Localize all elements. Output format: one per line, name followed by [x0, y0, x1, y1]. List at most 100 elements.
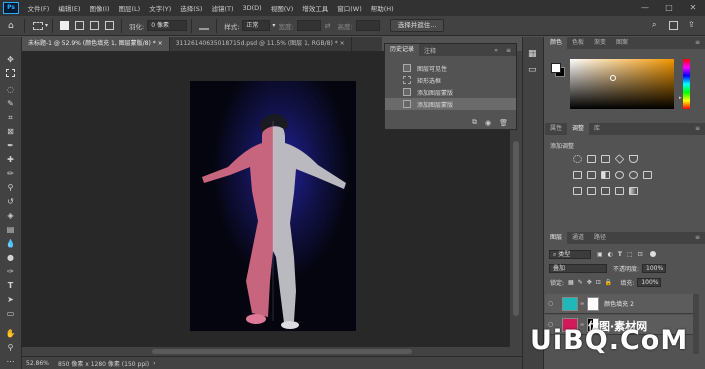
panel-collapse-icon[interactable]: » — [489, 47, 501, 54]
menu-filter[interactable]: 滤镜(T) — [207, 3, 238, 13]
lock-transparent-icon[interactable]: ▦ — [568, 279, 574, 286]
curves-icon[interactable] — [601, 155, 610, 163]
tab-swatches[interactable]: 色板 — [567, 37, 589, 49]
selective-color-icon[interactable] — [615, 187, 624, 195]
history-item[interactable]: 添加图层蒙版 — [385, 86, 516, 98]
panel-menu-icon[interactable]: ≡ — [690, 123, 705, 135]
hue-saturation-icon[interactable] — [573, 171, 582, 179]
shape-filter-icon[interactable]: ⬚ — [627, 251, 633, 258]
tab-untitled-1[interactable]: 未标题-1 @ 52.9% (颜色填充 1, 图层蒙版/8) * × — [22, 37, 170, 51]
menu-edit[interactable]: 编辑(E) — [54, 3, 85, 13]
tab-libraries[interactable]: 库 — [589, 123, 605, 135]
history-item-selected[interactable]: 添加图层蒙版 — [385, 98, 516, 110]
share-icon[interactable]: ⇪ — [688, 20, 695, 29]
hue-slider[interactable] — [683, 59, 690, 109]
close-tab-icon[interactable]: × — [340, 40, 345, 47]
maximize-button[interactable]: □ — [657, 0, 681, 16]
more-tools-icon[interactable]: ⋯ — [4, 355, 17, 368]
search-icon[interactable]: ⌕ — [652, 20, 656, 30]
photo-filter-icon[interactable] — [615, 171, 624, 179]
menu-image[interactable]: 图像(I) — [85, 3, 114, 13]
menu-select[interactable]: 选择(S) — [176, 3, 207, 13]
dodge-tool-icon[interactable]: ● — [4, 251, 17, 264]
layer-row[interactable]: ○ ∞ 颜色填充 2 — [545, 294, 697, 314]
panel-menu-icon[interactable]: ≡ — [501, 47, 516, 54]
vibrance-icon[interactable] — [629, 155, 638, 163]
panel-menu-icon[interactable]: ≡ — [690, 37, 705, 49]
levels-icon[interactable] — [587, 155, 596, 163]
foreground-color-swatch[interactable] — [551, 63, 561, 73]
zoom-tool-icon[interactable]: ⚲ — [4, 341, 17, 354]
menu-plugins[interactable]: 增效工具 — [298, 3, 333, 13]
tab-color[interactable]: 颜色 — [545, 37, 568, 49]
history-panel-icon[interactable]: ▦ — [528, 49, 537, 59]
menu-help[interactable]: 帮助(H) — [366, 3, 398, 13]
quick-selection-tool-icon[interactable]: ✎ — [4, 97, 17, 110]
anti-alias-icon[interactable] — [199, 21, 210, 30]
lasso-tool-icon[interactable]: ◌ — [4, 83, 17, 96]
hand-tool-icon[interactable]: ✋ — [4, 327, 17, 340]
layer-filter-select[interactable]: ⌕ 类型 — [549, 249, 591, 259]
tab-adjustments[interactable]: 调整 — [567, 123, 590, 135]
path-selection-tool-icon[interactable]: ➤ — [4, 293, 17, 306]
chevron-right-icon[interactable]: › — [153, 360, 155, 367]
panel-menu-icon[interactable]: ≡ — [690, 232, 705, 244]
tab-notes[interactable]: 注释 — [419, 46, 441, 55]
subtract-selection-icon[interactable] — [90, 21, 100, 30]
intersect-selection-icon[interactable] — [105, 21, 115, 30]
rectangle-tool-icon[interactable]: ▭ — [4, 307, 17, 320]
tab-psd-file[interactable]: 31126140635018715d.psd @ 11.5% (图层 1, RG… — [170, 37, 352, 51]
color-picker-cursor[interactable] — [610, 75, 616, 81]
exposure-icon[interactable] — [614, 154, 625, 164]
height-input[interactable] — [355, 20, 380, 31]
tab-history[interactable]: 历史记录 — [385, 44, 420, 56]
trash-icon[interactable]: 🗑 — [499, 119, 508, 127]
gradient-tool-icon[interactable]: ▤ — [4, 223, 17, 236]
chevron-down-icon[interactable]: ▾ — [45, 22, 48, 29]
move-tool-icon[interactable]: ✥ — [4, 53, 17, 66]
crop-tool-icon[interactable]: ⌗ — [4, 111, 17, 124]
tab-layers[interactable]: 图层 — [545, 232, 568, 244]
minimize-button[interactable]: — — [633, 0, 657, 16]
add-selection-icon[interactable] — [75, 21, 85, 30]
close-tab-icon[interactable]: × — [158, 40, 163, 47]
menu-view[interactable]: 视图(V) — [266, 3, 298, 13]
smart-object-filter-icon[interactable]: ⊡ — [638, 251, 643, 258]
channel-mixer-icon[interactable] — [629, 171, 638, 179]
scrollbar-thumb[interactable] — [513, 141, 519, 316]
visibility-eye-icon[interactable]: ○ — [548, 300, 558, 307]
hue-slider-handle-icon[interactable]: ▸ — [679, 95, 682, 101]
menu-window[interactable]: 窗口(W) — [333, 3, 367, 13]
pen-tool-icon[interactable]: ✑ — [4, 265, 17, 278]
tab-channels[interactable]: 通道 — [567, 232, 589, 244]
workspace-icon[interactable] — [669, 21, 678, 30]
zoom-level[interactable]: 52.86% — [26, 360, 52, 367]
document-canvas-image[interactable] — [190, 81, 356, 331]
black-white-icon[interactable] — [601, 171, 610, 179]
lock-all-icon[interactable]: 🔒 — [605, 279, 612, 286]
history-brush-tool-icon[interactable]: ↺ — [4, 195, 17, 208]
tab-gradients[interactable]: 渐变 — [589, 37, 611, 49]
comment-panel-icon[interactable]: ▭ — [528, 65, 537, 75]
marquee-preset-icon[interactable] — [33, 21, 43, 30]
new-document-from-state-icon[interactable]: ⧉ — [472, 118, 477, 127]
link-icon[interactable]: ∞ — [580, 301, 584, 307]
filter-toggle-icon[interactable] — [649, 251, 656, 257]
fill-input[interactable]: 100% — [637, 277, 662, 287]
history-item[interactable]: 图层可见性 — [385, 62, 516, 74]
eraser-tool-icon[interactable]: ◈ — [4, 209, 17, 222]
gradient-map-icon[interactable] — [629, 187, 638, 195]
style-select[interactable]: 正常 — [242, 20, 271, 31]
healing-brush-tool-icon[interactable]: ✚ — [4, 153, 17, 166]
eyedropper-tool-icon[interactable]: ✒ — [4, 139, 17, 152]
lock-pixels-icon[interactable]: ✎ — [578, 279, 583, 286]
menu-type[interactable]: 文字(Y) — [145, 3, 176, 13]
scrollbar-thumb[interactable] — [152, 349, 412, 354]
new-selection-icon[interactable] — [60, 21, 70, 30]
tab-patterns[interactable]: 图案 — [611, 37, 633, 49]
type-tool-icon[interactable]: T — [4, 279, 17, 292]
color-balance-icon[interactable] — [587, 171, 596, 179]
invert-icon[interactable] — [573, 187, 582, 195]
blur-tool-icon[interactable]: 💧 — [4, 237, 17, 250]
brush-tool-icon[interactable]: ✏ — [4, 167, 17, 180]
